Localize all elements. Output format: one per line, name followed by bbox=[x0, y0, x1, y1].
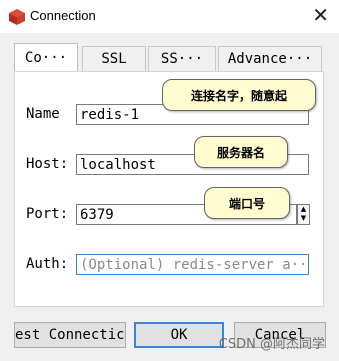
host-label: Host: bbox=[26, 156, 69, 172]
name-label: Name bbox=[26, 106, 60, 122]
close-icon[interactable]: ✕ bbox=[312, 4, 329, 26]
stepper-down-icon[interactable]: ▼ bbox=[298, 214, 309, 223]
name-annotation: 连接名字，随意起 bbox=[162, 79, 316, 111]
window-title: Connection bbox=[30, 8, 96, 23]
tab-advanced[interactable]: Advance··· bbox=[218, 46, 322, 71]
auth-field[interactable]: (Optional) redis-server a··· bbox=[76, 254, 309, 275]
stepper-up-icon[interactable]: ▲ bbox=[298, 205, 309, 214]
port-stepper[interactable]: ▲ ▼ bbox=[297, 204, 310, 225]
tab-ssl[interactable]: SSL bbox=[82, 46, 146, 71]
auth-label: Auth: bbox=[26, 256, 69, 272]
port-annotation: 端口号 bbox=[204, 187, 290, 219]
title-bar: Connection ✕ bbox=[0, 0, 339, 33]
host-annotation: 服务器名 bbox=[194, 136, 288, 168]
ok-button[interactable]: OK bbox=[134, 322, 224, 348]
redis-cube-icon bbox=[9, 9, 25, 25]
tab-connection[interactable]: Co··· bbox=[14, 43, 78, 72]
tab-ssh[interactable]: SS··· bbox=[148, 46, 216, 71]
port-label: Port: bbox=[26, 206, 69, 222]
test-connection-button[interactable]: est Connectic bbox=[14, 322, 126, 348]
watermark: CSDN @阿杰同学 bbox=[218, 337, 325, 352]
